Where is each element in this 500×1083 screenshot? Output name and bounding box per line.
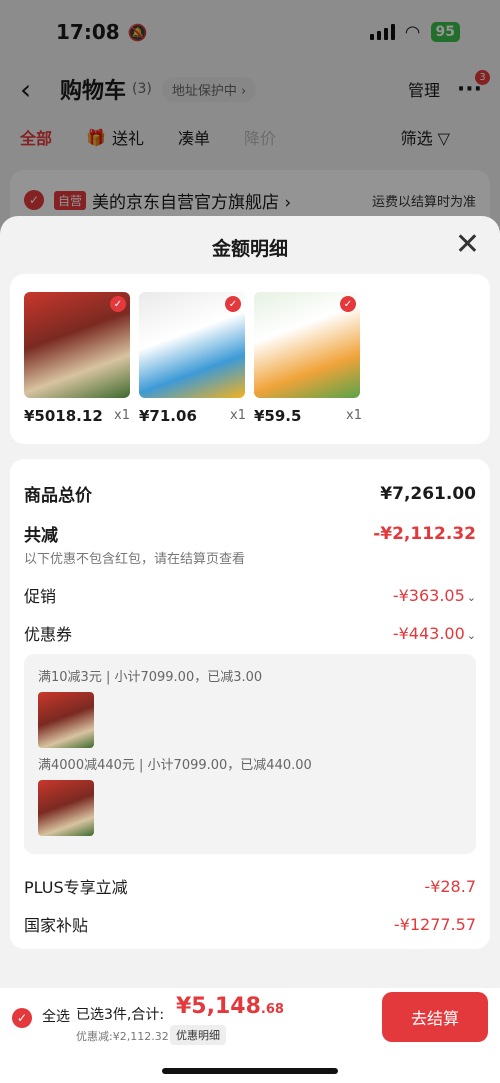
price-detail-card: 商品总价 ¥7,261.00 共减 -¥2,112.32 以下优惠不包含红包，请… bbox=[10, 459, 490, 949]
discount-detail-button[interactable]: 优惠明细 bbox=[170, 1025, 226, 1045]
total-price: ¥5,148.68 bbox=[176, 994, 284, 1019]
product-qty: x1 bbox=[230, 408, 246, 423]
product-price: ¥59.5 bbox=[254, 407, 302, 425]
home-indicator bbox=[162, 1068, 338, 1074]
discount-summary: 优惠减:¥2,112.32 bbox=[76, 1030, 169, 1043]
subsidy-label: 国家补贴 bbox=[24, 916, 89, 935]
close-icon[interactable]: ✕ bbox=[455, 230, 480, 260]
promo-value: -¥363.05 bbox=[392, 585, 465, 605]
product-price: ¥71.06 bbox=[139, 407, 197, 425]
product-image[interactable]: ✓ bbox=[139, 292, 245, 398]
subsidy-value: -¥1277.57 bbox=[393, 914, 476, 934]
product-price: ¥5018.12 bbox=[24, 407, 103, 425]
total-row: 商品总价 ¥7,261.00 bbox=[24, 481, 476, 507]
coupon-product-thumb bbox=[38, 692, 94, 748]
check-icon: ✓ bbox=[110, 296, 126, 312]
product-qty: x1 bbox=[114, 408, 130, 423]
product-item[interactable]: ✓ bbox=[254, 292, 360, 398]
plus-value: -¥28.7 bbox=[424, 876, 476, 896]
check-icon: ✓ bbox=[340, 296, 356, 312]
discount-value: -¥2,112.32 bbox=[373, 523, 476, 544]
chevron-down-icon[interactable]: ⌄ bbox=[467, 629, 476, 642]
coupon-line: 满10减3元 | 小计7099.00，已减3.00 bbox=[38, 670, 263, 685]
discount-label: 共减 bbox=[24, 526, 58, 546]
coupon-label: 优惠券 bbox=[24, 625, 73, 644]
coupon-detail-box: 满10减3元 | 小计7099.00，已减3.00 满4000减440元 | 小… bbox=[24, 654, 476, 854]
coupon-product-thumb bbox=[38, 780, 94, 836]
coupon-row[interactable]: 优惠券 -¥443.00 ⌄ bbox=[24, 621, 476, 645]
select-all-check-icon[interactable]: ✓ bbox=[12, 1008, 32, 1028]
select-all-label[interactable]: 全选 bbox=[42, 1006, 70, 1026]
selected-summary: 已选3件,合计: bbox=[76, 1007, 165, 1023]
subsidy-row: 国家补贴 -¥1277.57 bbox=[24, 912, 476, 936]
checkout-button[interactable]: 去结算 bbox=[382, 992, 488, 1042]
coupon-line: 满4000减440元 | 小计7099.00，已减440.00 bbox=[38, 758, 312, 773]
discount-row: 共减 -¥2,112.32 bbox=[24, 521, 476, 547]
promo-row[interactable]: 促销 -¥363.05 ⌄ bbox=[24, 583, 476, 607]
product-item[interactable]: ✓ bbox=[139, 292, 245, 398]
coupon-value: -¥443.00 bbox=[392, 623, 465, 643]
products-card: ✓ ¥5018.12 x1 ✓ ¥71.06 x1 ✓ ¥59.5 x1 bbox=[10, 274, 490, 444]
promo-label: 促销 bbox=[24, 587, 57, 606]
total-label: 商品总价 bbox=[24, 486, 92, 506]
total-value: ¥7,261.00 bbox=[380, 483, 476, 504]
sheet-title: 金额明细 bbox=[211, 238, 288, 260]
plus-row: PLUS专享立减 -¥28.7 bbox=[24, 874, 476, 898]
chevron-down-icon[interactable]: ⌄ bbox=[467, 591, 476, 604]
product-image[interactable]: ✓ bbox=[254, 292, 360, 398]
check-icon: ✓ bbox=[225, 296, 241, 312]
amount-detail-sheet: 金额明细 ✕ ✓ ¥5018.12 x1 ✓ ¥71.06 x1 ✓ ¥59.5… bbox=[0, 216, 500, 1083]
plus-label: PLUS专享立减 bbox=[24, 878, 128, 897]
product-qty: x1 bbox=[346, 408, 362, 423]
product-image[interactable]: ✓ bbox=[24, 292, 130, 398]
discount-note: 以下优惠不包含红包，请在结算页查看 bbox=[24, 552, 246, 567]
product-item[interactable]: ✓ bbox=[24, 292, 130, 398]
